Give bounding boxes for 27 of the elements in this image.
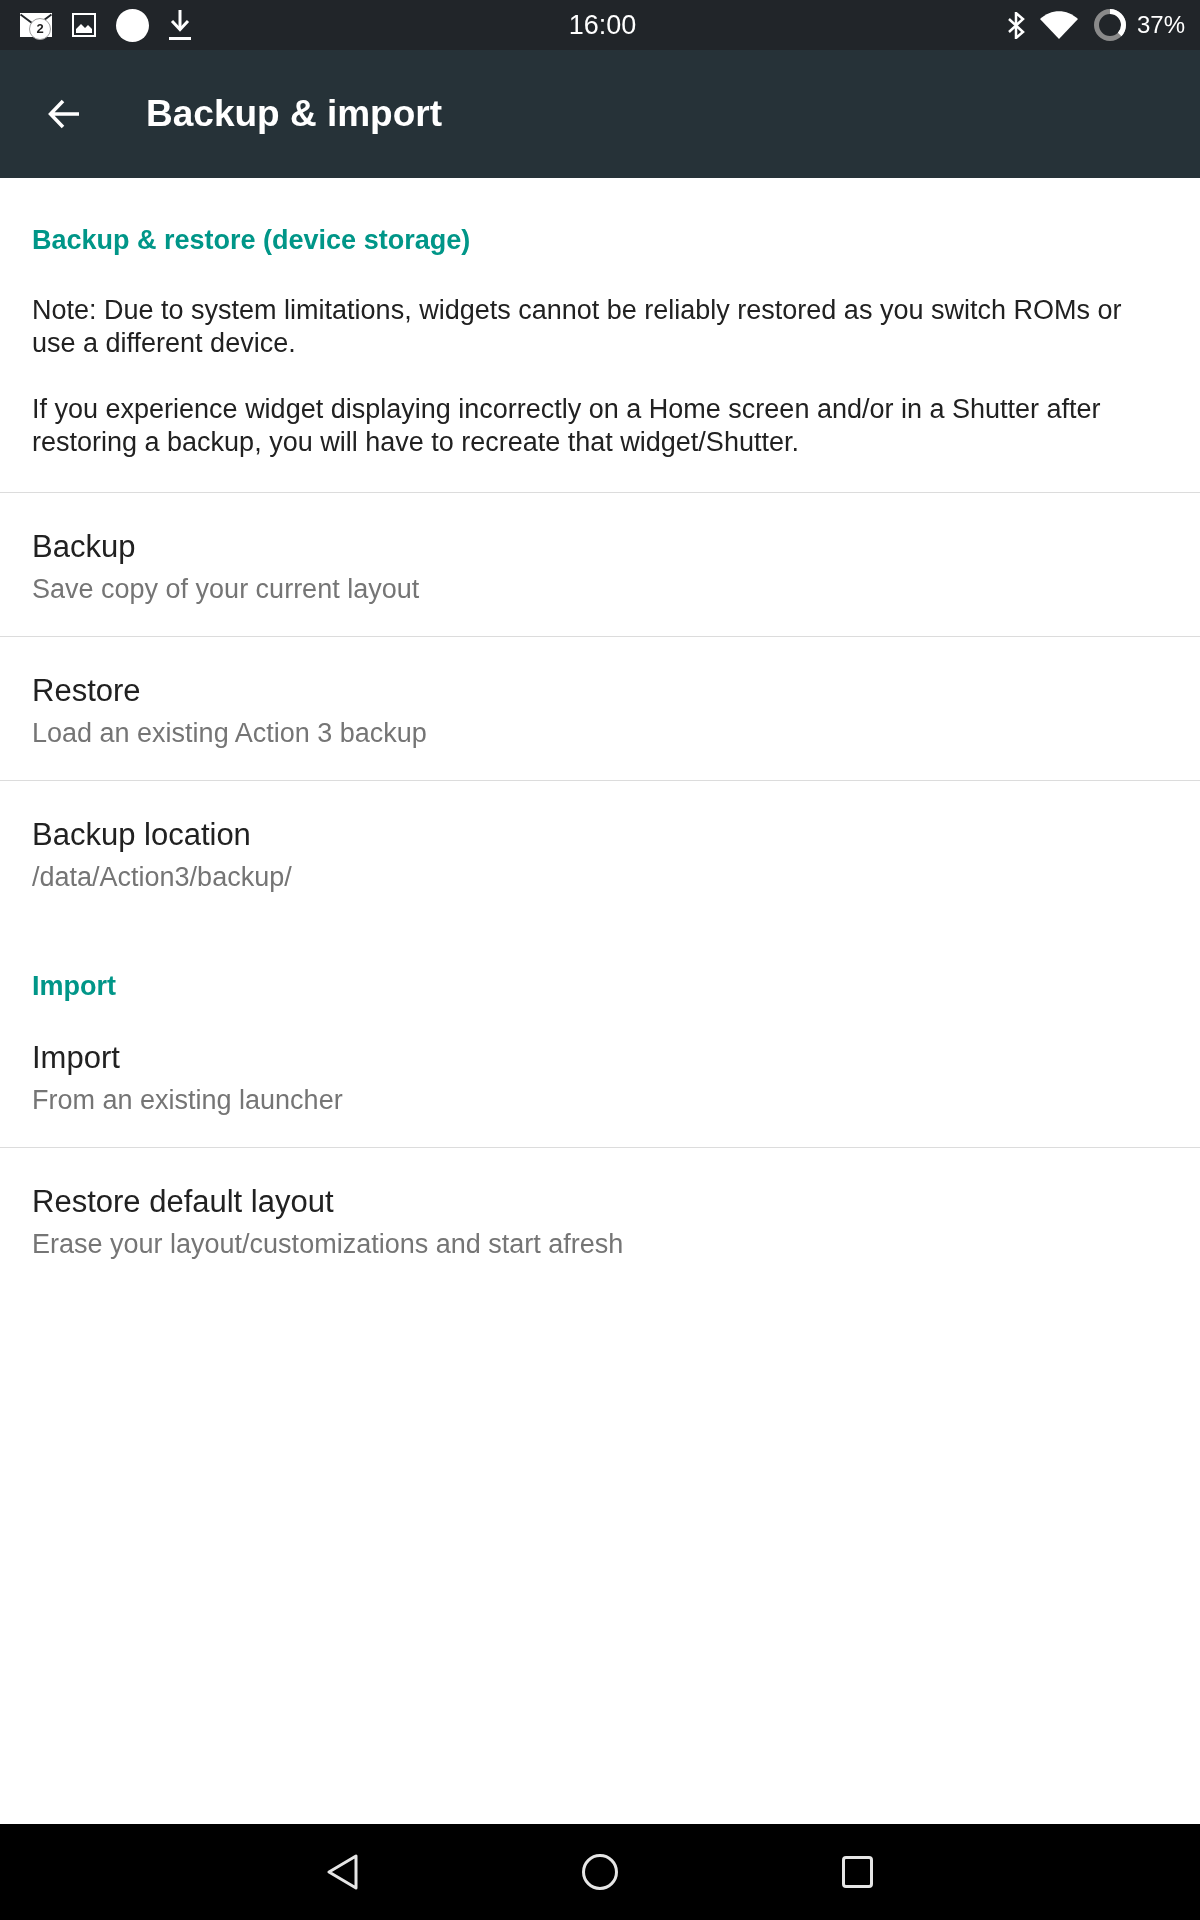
section-header: Import [32,970,116,1003]
circle-outline-icon[interactable] [582,1854,618,1890]
screen-title: Backup & import [146,92,443,136]
preference-summary: Erase your layout/customizations and start afresh [32,1228,624,1261]
bluetooth-icon [1006,11,1025,39]
preference-summary: Save copy of your current layout [32,573,420,606]
picture-icon [72,13,96,37]
filled-circle-icon [116,8,149,42]
preference-title[interactable]: Backup location [32,813,251,857]
preference-summary: Load an existing Action 3 backup [32,717,427,750]
section-header: Backup & restore (device storage) [32,224,471,257]
preference-title[interactable]: Restore default layout [32,1180,334,1224]
triangle-left-icon[interactable] [327,1854,358,1890]
download-icon [169,10,191,40]
battery-percent: 37% [1136,10,1185,40]
preference-summary: /data/Action3/backup/ [32,861,292,894]
note-text: If you experience widget displaying incorrectly on a Home screen and/or in a Shutter after restoring a backup, you will have to recreate that widget/Shutter. [32,393,1102,459]
clock-time: 16:00 [568,9,637,42]
note-text: Note: Due to system limitations, widgets cannot be reliably restored as you switch ROMs or use a different device. [32,294,1123,360]
preference-title[interactable]: Backup [32,525,136,569]
preference-summary: From an existing launcher [32,1084,343,1117]
preference-title[interactable]: Restore [32,669,141,713]
wifi-icon [1039,11,1078,39]
arrow-left-icon [48,98,80,130]
preference-title[interactable]: Import [32,1036,120,1080]
battery-ring-icon [1093,9,1126,41]
square-outline-icon[interactable] [842,1856,873,1888]
